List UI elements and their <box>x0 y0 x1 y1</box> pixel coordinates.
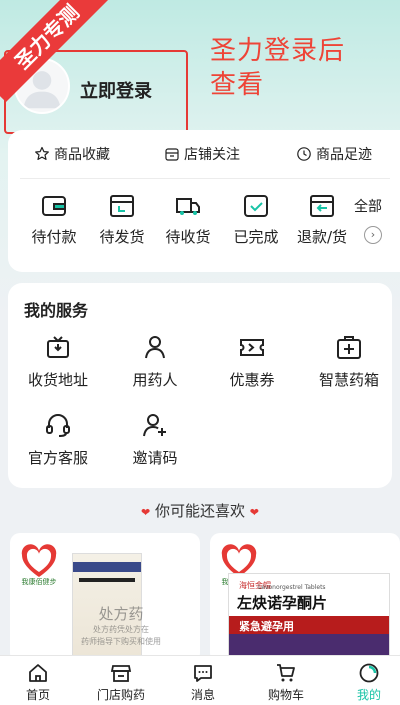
tab-profile[interactable]: 我的 <box>334 662 400 703</box>
truck-icon <box>176 198 200 215</box>
user-icon <box>145 336 165 359</box>
order-pending-payment[interactable]: 待付款 <box>24 192 84 247</box>
order-pending-payment-label: 待付款 <box>31 228 77 246</box>
history-link[interactable]: 商品足迹 <box>296 144 372 164</box>
favorites-label: 商品收藏 <box>54 147 110 163</box>
tab-cart[interactable]: 购物车 <box>251 662 321 703</box>
service-support-label: 官方客服 <box>27 449 88 467</box>
store-follow-link[interactable]: 店铺关注 <box>164 144 240 164</box>
order-completed[interactable]: 已完成 <box>226 192 286 247</box>
divider <box>20 178 390 179</box>
tab-home-label: 首页 <box>25 688 50 702</box>
tab-store[interactable]: 门店购药 <box>86 662 156 703</box>
heart-icon: ❤ <box>140 506 151 519</box>
product-band: 紧急避孕用 <box>229 616 389 634</box>
rx-label: 处方药 <box>98 605 144 623</box>
address-box-icon <box>47 336 69 358</box>
order-pending-shipment-label: 待发货 <box>99 228 145 246</box>
clock-icon <box>297 147 311 161</box>
order-completed-label: 已完成 <box>233 228 279 246</box>
favorites-link[interactable]: 商品收藏 <box>34 144 110 164</box>
all-orders-link[interactable]: 全部 <box>354 196 382 216</box>
tab-messages[interactable]: 消息 <box>168 662 238 703</box>
login-hint-annotation: 圣力登录后查看 <box>210 36 346 100</box>
tab-messages-label: 消息 <box>190 688 215 702</box>
services-card: 我的服务 收货地址 用药人 优惠券 智慧药箱 官方客服 邀请码 <box>8 283 392 488</box>
orders-card: 商品收藏 店铺关注 商品足迹 待付款 待发货 待收货 已完成 退款/货 全部 › <box>8 130 400 272</box>
package-icon <box>110 195 134 217</box>
return-icon <box>310 195 334 217</box>
tab-home[interactable]: 首页 <box>3 662 73 703</box>
store-follow-label: 店铺关注 <box>184 147 240 163</box>
service-support[interactable]: 官方客服 <box>18 411 98 468</box>
history-label: 商品足迹 <box>316 147 372 163</box>
recommend-heading: ❤ 你可能还喜欢 ❤ <box>0 500 400 521</box>
tab-cart-label: 购物车 <box>267 688 304 702</box>
product-card-2[interactable]: 我康佰健步 海恒金帽 左炔诺孕酮片 紧急避孕用 Levonorgestrel T… <box>210 533 400 663</box>
check-box-icon <box>244 195 268 217</box>
order-pending-receipt[interactable]: 待收货 <box>158 192 218 247</box>
heart-icon: ❤ <box>249 506 259 519</box>
service-medicine-box[interactable]: 智慧药箱 <box>309 333 389 390</box>
tab-profile-label: 我的 <box>356 688 381 702</box>
add-user-icon <box>143 414 166 437</box>
service-coupon-label: 优惠券 <box>229 371 275 389</box>
rx-note-line1: 处方药凭处方在 <box>93 625 149 634</box>
wallet-icon <box>42 196 66 216</box>
product-english-name: Levonorgestrel Tablets <box>258 584 326 591</box>
coupon-icon <box>240 339 264 356</box>
service-address-label: 收货地址 <box>27 371 88 389</box>
brand-logo: 我康佰健步 <box>18 541 60 586</box>
order-refund[interactable]: 退款/货 <box>292 192 352 247</box>
service-invite-code[interactable]: 邀请码 <box>115 411 195 468</box>
rx-note-line2: 药师指导下购买和使用 <box>81 637 161 646</box>
message-icon <box>194 665 212 682</box>
store-icon <box>165 148 179 161</box>
brand-logo-text: 我康佰健步 <box>21 578 57 586</box>
order-refund-label: 退款/货 <box>296 228 348 246</box>
service-medicine-box-label: 智慧药箱 <box>318 371 379 389</box>
home-icon <box>29 664 47 682</box>
service-coupon[interactable]: 优惠券 <box>212 333 292 390</box>
profile-icon <box>359 663 379 683</box>
chevron-right-icon[interactable]: › <box>364 226 382 244</box>
service-patient-label: 用药人 <box>132 371 178 389</box>
tab-store-label: 门店购药 <box>96 688 145 702</box>
service-address[interactable]: 收货地址 <box>18 333 98 390</box>
star-icon <box>35 146 49 160</box>
product-band-text: 紧急避孕用 <box>239 620 294 633</box>
product-card-1[interactable]: 我康佰健步 处方药 处方药凭处方在 药师指导下购买和使用 <box>10 533 200 663</box>
order-pending-receipt-label: 待收货 <box>165 228 211 246</box>
bottom-tab-bar: 首页 门店购药 消息 购物车 我的 <box>0 655 400 705</box>
product-name: 左炔诺孕酮片 <box>237 594 328 612</box>
rx-overlay: 处方药 处方药凭处方在 药师指导下购买和使用 <box>66 603 176 648</box>
shop-icon <box>110 665 132 682</box>
services-title: 我的服务 <box>24 301 89 320</box>
medicine-box-icon <box>337 336 361 359</box>
service-patient[interactable]: 用药人 <box>115 333 195 390</box>
recommend-title: 你可能还喜欢 <box>154 502 245 520</box>
service-invite-code-label: 邀请码 <box>132 449 178 467</box>
cart-icon <box>277 664 295 682</box>
headset-icon <box>46 414 70 437</box>
order-pending-shipment[interactable]: 待发货 <box>92 192 152 247</box>
